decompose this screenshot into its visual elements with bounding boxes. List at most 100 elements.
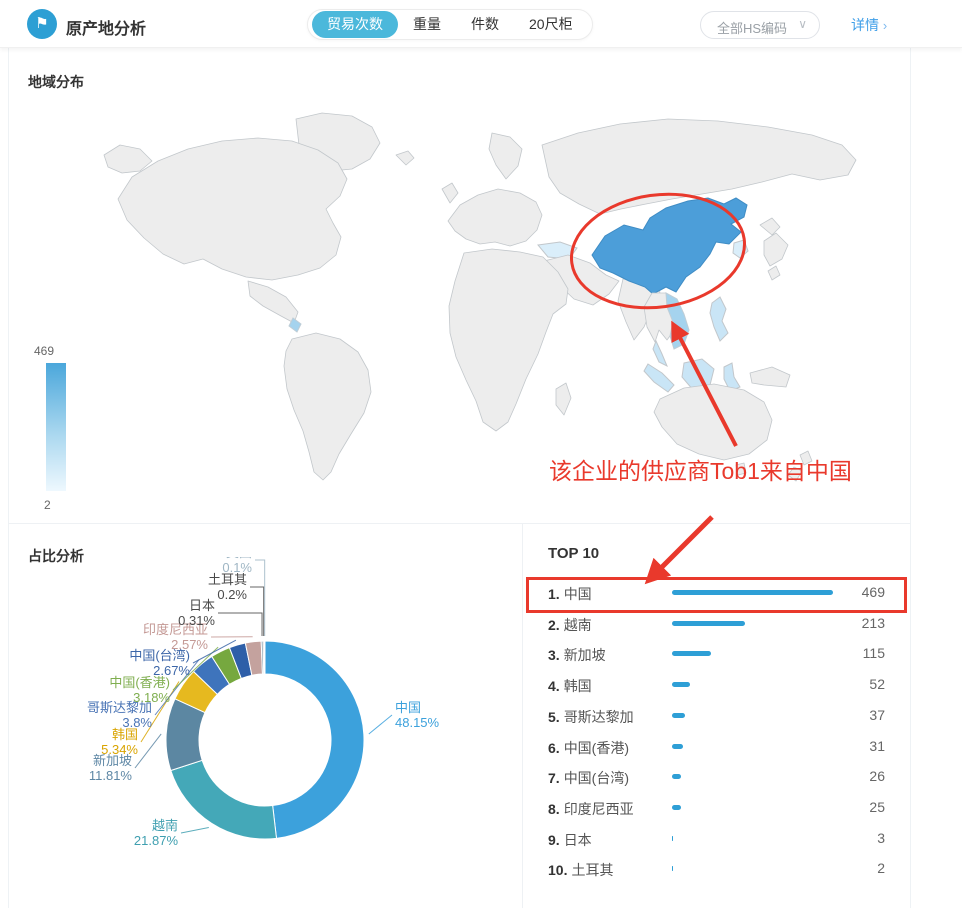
country-sumatra <box>644 364 674 392</box>
pie-panel: 中国48.15%越南21.87%新加坡11.81%韩国5.34%哥斯达黎加3.8… <box>8 523 522 908</box>
world-map-svg <box>100 103 860 488</box>
top10-row-label: 10.土耳其 <box>548 860 613 880</box>
donut-label-percent: 48.15% <box>395 715 439 730</box>
top10-row-label: 2.越南 <box>548 615 592 635</box>
tab-1[interactable]: 重量 <box>398 11 456 38</box>
donut-label-percent: 5.34% <box>101 742 138 757</box>
top10-row-label: 9.日本 <box>548 830 592 850</box>
top10-row-label: 6.中国(香港) <box>548 738 629 758</box>
country-north-america <box>118 138 347 280</box>
donut-label-percent: 0.31% <box>178 613 215 628</box>
country-scandinavia <box>489 133 522 179</box>
tab-0[interactable]: 贸易次数 <box>312 11 398 38</box>
top10-row-label: 7.中国(台湾) <box>548 768 629 788</box>
top10-row-2[interactable]: 2.越南 213 <box>522 608 911 638</box>
donut-label-6: 中国(台湾)2.67% <box>129 648 190 678</box>
hs-code-select[interactable]: 全部HS编码 ∨ <box>700 11 820 39</box>
flag-logo-icon: ⚑ <box>27 9 57 39</box>
donut-label-line-0 <box>369 715 392 734</box>
top10-row-value: 37 <box>869 707 885 723</box>
annotation-text: 该企业的供应商Tob1来自中国 <box>549 452 852 486</box>
country-papua <box>750 367 790 387</box>
map-legend-gradient <box>46 363 66 491</box>
country-iceland <box>396 151 414 165</box>
top10-row-bar <box>672 805 681 810</box>
top10-row-value: 213 <box>862 615 885 631</box>
donut-label-percent: 2.57% <box>143 637 208 652</box>
top10-row-value: 26 <box>869 768 885 784</box>
country-korea <box>733 240 748 258</box>
top10-row-9[interactable]: 9.日本 3 <box>522 823 911 853</box>
tab-2[interactable]: 件数 <box>456 11 514 38</box>
top10-row-bar <box>672 621 745 626</box>
top10-row-7[interactable]: 7.中国(台湾) 26 <box>522 761 911 791</box>
donut-slice-10[interactable] <box>264 641 265 674</box>
hs-code-select-value: 全部HS编码 <box>717 18 787 37</box>
country-malay-peninsula <box>653 341 667 366</box>
donut-label-percent: 2.67% <box>129 663 190 678</box>
country-central-america <box>248 281 298 323</box>
top10-panel: TOP 10 1.中国 469 2.越南 213 3.新加坡 115 4.韩国 52 5.哥斯达… <box>522 523 911 908</box>
top10-row-bar <box>672 713 685 718</box>
top10-row-5[interactable]: 5.哥斯达黎加 37 <box>522 700 911 730</box>
top10-row-bar <box>672 651 711 656</box>
donut-label-percent: 3.8% <box>87 715 152 730</box>
top10-row-label: 1.中国 <box>548 584 592 604</box>
page-title: 原产地分析 <box>66 15 146 39</box>
donut-slice-1[interactable] <box>171 760 277 839</box>
country-philippines <box>710 297 728 341</box>
top10-row-bar <box>672 744 683 749</box>
donut-label-percent: 0.2% <box>208 587 247 602</box>
top10-row-label: 5.哥斯达黎加 <box>548 707 634 727</box>
country-africa <box>449 249 568 431</box>
donut-chart: 中国48.15%越南21.87%新加坡11.81%韩国5.34%哥斯达黎加3.8… <box>8 557 522 908</box>
donut-label-percent: 21.87% <box>134 833 178 848</box>
map-legend-max: 469 <box>34 344 54 358</box>
donut-label-line-1 <box>181 828 209 833</box>
map-legend-min: 2 <box>44 498 51 512</box>
top10-row-4[interactable]: 4.韩国 52 <box>522 669 911 699</box>
detail-link[interactable]: 详情 › <box>851 15 887 35</box>
top10-row-3[interactable]: 3.新加坡 115 <box>522 638 911 668</box>
top10-row-value: 3 <box>877 830 885 846</box>
top10-row-1[interactable]: 1.中国 469 <box>522 577 911 607</box>
donut-label-name: 中国 <box>395 700 439 715</box>
top10-row-value: 31 <box>869 738 885 754</box>
top10-row-bar <box>672 774 681 779</box>
header-bar: ⚑ 原产地分析 贸易次数重量件数20尺柜 全部HS编码 ∨ 详情 › <box>0 0 962 48</box>
top10-row-6[interactable]: 6.中国(香港) 31 <box>522 731 911 761</box>
top10-title: TOP 10 <box>548 545 599 562</box>
donut-slice-0[interactable] <box>265 641 364 838</box>
top10-row-value: 469 <box>862 584 885 600</box>
donut-label-8: 日本0.31% <box>178 598 215 628</box>
top10-row-bar <box>672 836 673 841</box>
chevron-down-icon: ∨ <box>798 17 807 31</box>
donut-label-9: 土耳其0.2% <box>208 572 247 602</box>
top10-row-bar <box>672 590 833 595</box>
top10-row-value: 115 <box>863 645 885 661</box>
donut-label-line-8 <box>218 613 262 636</box>
country-madagascar <box>556 383 571 415</box>
tab-3[interactable]: 20尺柜 <box>514 11 588 38</box>
top10-row-label: 8.印度尼西亚 <box>548 799 634 819</box>
donut-label-line-2 <box>135 734 161 768</box>
top10-row-label: 4.韩国 <box>548 676 592 696</box>
donut-svg <box>8 557 522 908</box>
top10-row-8[interactable]: 8.印度尼西亚25 <box>522 792 911 822</box>
donut-label-percent: 3.18% <box>109 690 170 705</box>
country-south-america <box>284 333 371 480</box>
top10-row-value: 52 <box>869 676 885 692</box>
country-europe <box>448 189 542 246</box>
donut-label-percent: 0.1% <box>222 560 252 575</box>
country-australia <box>654 384 772 460</box>
donut-label-2: 新加坡11.81% <box>89 753 132 783</box>
top10-row-value: 2 <box>877 860 885 876</box>
country-japan <box>760 218 788 280</box>
top10-row-label: 3.新加坡 <box>548 645 606 665</box>
world-map <box>100 103 860 488</box>
map-section-title: 地域分布 <box>28 72 84 92</box>
chevron-right-icon: › <box>883 18 887 33</box>
donut-label-10: 美国0.1% <box>222 557 252 575</box>
top10-row-10[interactable]: 10.土耳其 2 <box>522 853 911 883</box>
donut-label-3: 韩国5.34% <box>101 727 138 757</box>
